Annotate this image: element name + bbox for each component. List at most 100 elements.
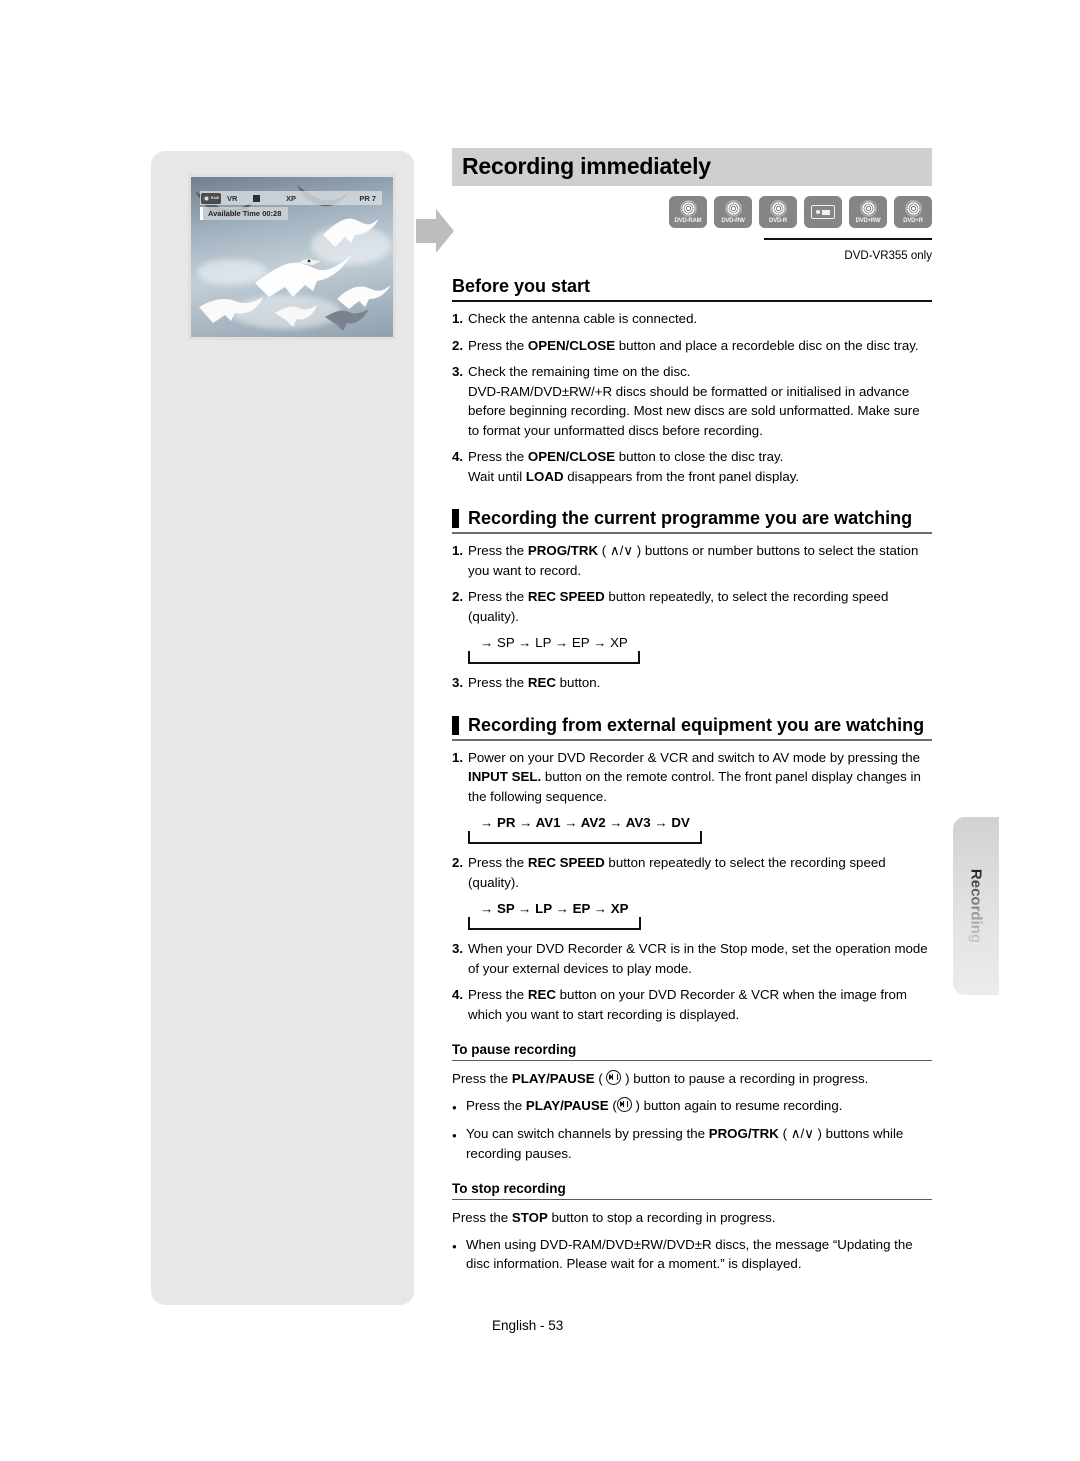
- play-pause-icon: [606, 1070, 622, 1085]
- list-item: 3. Press the REC button.: [452, 673, 932, 693]
- sequence-text: → SP → LP → EP → XP: [480, 901, 629, 916]
- rec-speed-sequence-diagram-2: → SP → LP → EP → XP: [468, 901, 641, 930]
- seagull-icon: [275, 305, 317, 327]
- step-text: Press the REC SPEED button repeatedly to…: [468, 855, 886, 890]
- step-text: Press the REC button.: [468, 675, 601, 690]
- subsection-heading-stop-recording: To stop recording: [452, 1181, 932, 1200]
- osd-mode-label: VR: [227, 193, 238, 203]
- osd-available-time: Available Time 00:28: [200, 207, 289, 220]
- list-item: Press the PLAY/PAUSE ( ) button again to…: [452, 1096, 932, 1118]
- bullet-after: ) button again to resume recording.: [631, 1097, 843, 1113]
- step-number: 1.: [452, 543, 464, 558]
- step-number: 1.: [452, 311, 464, 326]
- bullet-icon: [452, 1124, 466, 1163]
- osd-status-bar: RAM VR XP PR 7: [200, 191, 382, 205]
- page-footer: English - 53: [492, 1318, 564, 1333]
- model-note-block: DVD-VR355 only: [452, 230, 932, 262]
- play-pause-icon: [616, 1096, 632, 1112]
- step-text: Press the REC SPEED button repeatedly, t…: [468, 589, 889, 624]
- list-item: 2. Press the REC SPEED button repeatedly…: [452, 853, 932, 892]
- bullet-icon: [452, 1235, 466, 1274]
- bullet-icon: [452, 1096, 466, 1118]
- disc-badge-label: DVD-R: [769, 217, 787, 224]
- disc-icon: [202, 194, 210, 202]
- bullet-text: Press the PLAY/PAUSE ( ) button again to…: [466, 1096, 843, 1113]
- list-item: 1. Press the PROG/TRK ( ∧/∨ ) buttons or…: [452, 541, 932, 580]
- section-heading-current-programme: Recording the current programme you are …: [452, 508, 932, 534]
- osd-speed-label: XP: [286, 193, 297, 203]
- step-text: Press the PROG/TRK ( ∧/∨ ) buttons or nu…: [468, 543, 919, 578]
- bullet-before: Press the: [466, 1097, 526, 1113]
- play-pause-label: PLAY/PAUSE: [525, 1097, 609, 1113]
- list-item: 3. Check the remaining time on the disc.…: [452, 362, 932, 440]
- heading-marker: [452, 509, 459, 528]
- page-title: Recording immediately: [452, 148, 932, 186]
- disc-badge-dvd-r: DVD-R: [759, 196, 797, 228]
- sequence-loop-bracket: [468, 917, 641, 930]
- disc-badge-label: DVD+R: [903, 217, 923, 224]
- list-item: 1. Check the antenna cable is connected.: [452, 309, 932, 329]
- disc-icon: [859, 199, 877, 217]
- osd-channel-label: PR 7: [359, 193, 376, 203]
- section-heading-external-equipment: Recording from external equipment you ar…: [452, 715, 932, 741]
- lead-before: Press the: [452, 1071, 512, 1086]
- disc-badge-label: DVD-RAM: [674, 217, 702, 224]
- bullet-text: When using DVD-RAM/DVD±RW/DVD±R discs, t…: [466, 1236, 913, 1272]
- disc-badge-vhs-cassette: [804, 196, 842, 228]
- disc-icon: [769, 199, 787, 217]
- step-number: 3.: [452, 941, 464, 956]
- subsection-heading-pause-recording: To pause recording: [452, 1042, 932, 1061]
- disc-compatibility-row: DVD-RAM DVD-RW DVD-R DVD+RW DVD+R: [452, 196, 932, 228]
- sequence-text: → PR → AV1 → AV2 → AV3 → DV: [480, 815, 690, 830]
- seagull-icon: [199, 297, 263, 323]
- step-text: Press the REC button on your DVD Recorde…: [468, 987, 908, 1022]
- step-text: Press the OPEN/CLOSE button to close the…: [468, 449, 800, 484]
- disc-icon: [904, 199, 922, 217]
- step-text: Check the antenna cable is connected.: [468, 311, 698, 326]
- list-item: 1. Power on your DVD Recorder & VCR and …: [452, 748, 932, 807]
- step-number: 4.: [452, 987, 464, 1002]
- section-heading-text: Recording the current programme you are …: [468, 508, 913, 528]
- step-text: Press the OPEN/CLOSE button and place a …: [468, 337, 919, 353]
- section-heading-text: Recording from external equipment you ar…: [468, 714, 925, 735]
- rec-speed-sequence-diagram: → SP → LP → EP → XP: [468, 635, 640, 664]
- tv-screen-image: RAM VR XP PR 7 Available Time 00:28: [191, 177, 393, 337]
- step-number: 1.: [452, 749, 464, 765]
- disc-badge-dvd-plus-rw: DVD+RW: [849, 196, 887, 228]
- list-item: 2. Press the OPEN/CLOSE button and place…: [452, 336, 932, 356]
- stop-square-icon: [253, 194, 260, 202]
- step-text: Power on your DVD Recorder & VCR and swi…: [468, 749, 921, 804]
- disc-type-label: RAM: [210, 196, 220, 200]
- side-tab-recording: Recording: [953, 817, 999, 995]
- pause-lead-text: Press the PLAY/PAUSE ( ) button to pause…: [452, 1070, 869, 1086]
- list-item: When using DVD-RAM/DVD±RW/DVD±R discs, t…: [452, 1235, 932, 1274]
- play-pause-label: PLAY/PAUSE: [511, 1071, 595, 1086]
- model-note-rule: [764, 237, 932, 240]
- heading-marker: [452, 715, 459, 735]
- disc-type-indicator: RAM: [201, 192, 221, 204]
- side-tab-label: Recording: [967, 868, 985, 944]
- stop-lead-text: Press the STOP button to stop a recordin…: [452, 1210, 776, 1225]
- list-item: You can switch channels by pressing the …: [452, 1124, 932, 1163]
- model-note: DVD-VR355 only: [844, 250, 932, 262]
- step-number: 2.: [452, 855, 464, 870]
- step-number: 3.: [452, 364, 464, 379]
- disc-badge-label: DVD-RW: [721, 217, 745, 224]
- step-text: Check the remaining time on the disc. DVD…: [468, 364, 920, 438]
- vhs-cassette-icon: [811, 205, 835, 219]
- bullet-text: You can switch channels by pressing the …: [466, 1126, 904, 1161]
- section-heading-before-you-start: Before you start: [452, 276, 932, 302]
- list-item: 4. Press the OPEN/CLOSE button to close …: [452, 447, 932, 486]
- list-item: 2. Press the REC SPEED button repeatedly…: [452, 587, 932, 626]
- input-source-sequence-diagram: → PR → AV1 → AV2 → AV3 → DV: [468, 815, 702, 844]
- disc-icon: [724, 199, 742, 217]
- list-item: 3. When your DVD Recorder & VCR is in th…: [452, 939, 932, 978]
- disc-icon: [679, 199, 697, 217]
- step-number: 2.: [452, 337, 464, 353]
- sequence-text: → SP → LP → EP → XP: [480, 635, 628, 650]
- content-column: Recording immediately DVD-RAM DVD-RW DVD…: [452, 148, 932, 1274]
- disc-badge-label: DVD+RW: [855, 217, 881, 224]
- disc-badge-dvd-ram: DVD-RAM: [669, 196, 707, 228]
- sequence-loop-bracket: [468, 831, 702, 844]
- disc-badge-dvd-rw: DVD-RW: [714, 196, 752, 228]
